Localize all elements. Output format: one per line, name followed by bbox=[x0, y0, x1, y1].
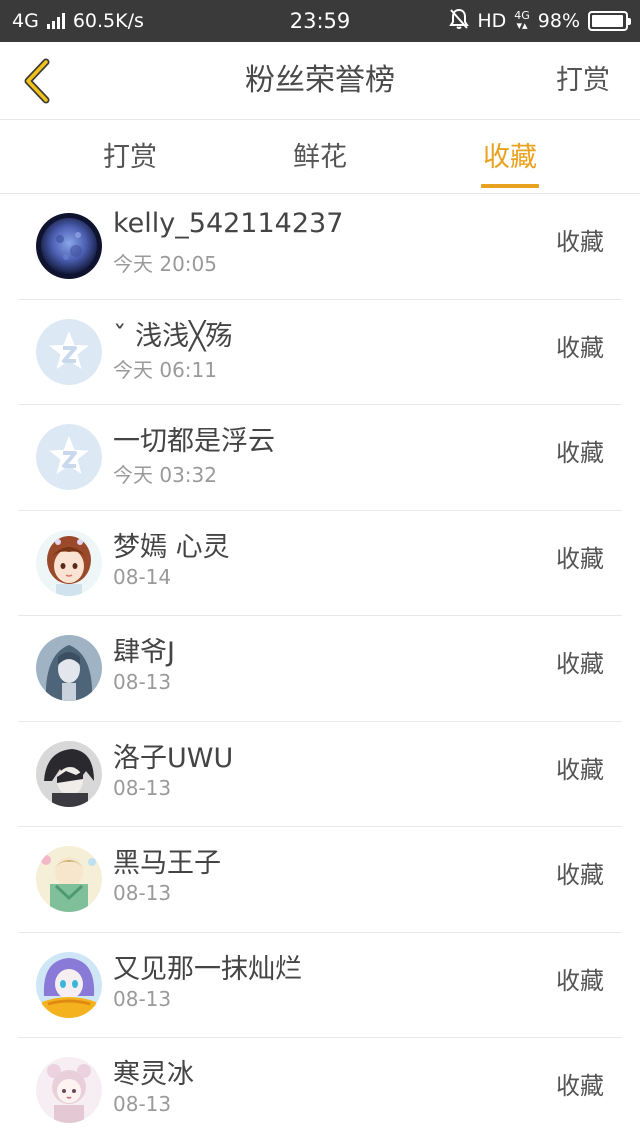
network-speed: 60.5K/s bbox=[72, 10, 144, 32]
fan-action: 收藏 bbox=[556, 228, 604, 256]
list-item[interactable]: 又见那一抹灿烂 08-13 收藏 bbox=[18, 933, 622, 1038]
back-button[interactable] bbox=[12, 56, 62, 106]
fan-action: 收藏 bbox=[556, 755, 604, 784]
hd-indicator: HD bbox=[477, 10, 507, 32]
avatar bbox=[36, 846, 102, 912]
status-left: 4G 60.5K/s bbox=[12, 0, 144, 42]
fan-name: 一切都是浮云 bbox=[113, 426, 275, 457]
tab-reward[interactable]: 打赏 bbox=[60, 120, 200, 194]
fan-action: 收藏 bbox=[556, 1072, 604, 1100]
fan-time: 08-13 bbox=[113, 986, 172, 1011]
fan-action: 收藏 bbox=[556, 439, 604, 467]
network-type: 4G bbox=[12, 10, 39, 32]
list-item[interactable]: 一切都是浮云 今天 03:32 收藏 bbox=[18, 405, 622, 511]
tab-favorites[interactable]: 收藏 bbox=[440, 120, 580, 194]
tab-label: 打赏 bbox=[103, 142, 157, 173]
mute-bell-icon bbox=[449, 8, 470, 35]
fan-list: kelly_542114237 今天 20:05 收藏 ˇ 浅浅╳殇 今天 06… bbox=[0, 194, 640, 1138]
avatar bbox=[36, 635, 102, 701]
avatar bbox=[36, 318, 102, 385]
fan-name: ˇ 浅浅╳殇 bbox=[113, 320, 233, 352]
avatar bbox=[36, 529, 102, 596]
status-bar: 4G 60.5K/s 23:59 HD 4G ▾▴ 98% bbox=[0, 0, 640, 42]
nav-bar: 粉丝荣誉榜 打赏 bbox=[0, 42, 640, 120]
battery-icon bbox=[588, 11, 631, 31]
tab-bar: 打赏 鲜花 收藏 bbox=[0, 120, 640, 194]
fan-name: 肆爷J bbox=[113, 637, 175, 668]
avatar bbox=[36, 424, 102, 490]
fan-time: 08-13 bbox=[113, 1092, 172, 1116]
avatar bbox=[36, 740, 102, 807]
fan-name: 黑马王子 bbox=[113, 848, 221, 879]
fan-action: 收藏 bbox=[556, 861, 604, 889]
page-title: 粉丝荣誉榜 bbox=[245, 63, 395, 98]
list-item[interactable]: 寒灵冰 08-13 收藏 bbox=[18, 1038, 622, 1138]
fan-time: 08-13 bbox=[113, 775, 172, 800]
list-item[interactable]: kelly_542114237 今天 20:05 收藏 bbox=[18, 194, 622, 300]
avatar bbox=[36, 1057, 102, 1123]
fan-time: 08-14 bbox=[113, 564, 172, 589]
fan-action: 收藏 bbox=[556, 333, 604, 362]
fan-name: 洛子UWU bbox=[113, 742, 234, 774]
fan-name: 梦嫣 心灵 bbox=[113, 531, 230, 563]
tab-active-indicator bbox=[481, 184, 539, 188]
fan-action: 收藏 bbox=[556, 544, 604, 573]
status-right: HD 4G ▾▴ 98% bbox=[449, 0, 631, 42]
list-item[interactable]: ˇ 浅浅╳殇 今天 06:11 收藏 bbox=[18, 300, 622, 405]
battery-fill bbox=[592, 15, 624, 27]
fan-action: 收藏 bbox=[556, 650, 604, 678]
fan-time: 今天 06:11 bbox=[113, 357, 217, 382]
fan-time: 08-13 bbox=[113, 670, 172, 694]
fan-name: 又见那一抹灿烂 bbox=[113, 953, 302, 985]
fan-name: 寒灵冰 bbox=[113, 1059, 194, 1090]
chevron-left-icon bbox=[24, 58, 50, 104]
tab-flowers[interactable]: 鲜花 bbox=[250, 120, 390, 194]
battery-percent: 98% bbox=[537, 10, 580, 32]
data-indicator-bottom: ▾▴ bbox=[516, 19, 528, 32]
fan-action: 收藏 bbox=[556, 966, 604, 995]
fan-time: 今天 03:32 bbox=[113, 463, 217, 487]
fan-time: 今天 20:05 bbox=[113, 252, 217, 276]
list-item[interactable]: 肆爷J 08-13 收藏 bbox=[18, 616, 622, 722]
tab-label: 收藏 bbox=[483, 142, 537, 173]
reward-button[interactable]: 打赏 bbox=[556, 42, 610, 120]
list-item[interactable]: 梦嫣 心灵 08-14 收藏 bbox=[18, 511, 622, 616]
avatar bbox=[36, 213, 102, 279]
avatar bbox=[36, 951, 102, 1018]
data-indicator: 4G ▾▴ bbox=[514, 10, 530, 32]
tab-label: 鲜花 bbox=[293, 142, 347, 173]
list-item[interactable]: 洛子UWU 08-13 收藏 bbox=[18, 722, 622, 827]
signal-bars-icon bbox=[46, 13, 65, 29]
list-item[interactable]: 黑马王子 08-13 收藏 bbox=[18, 827, 622, 933]
fan-name: kelly_542114237 bbox=[113, 208, 344, 239]
fan-time: 08-13 bbox=[113, 881, 172, 905]
